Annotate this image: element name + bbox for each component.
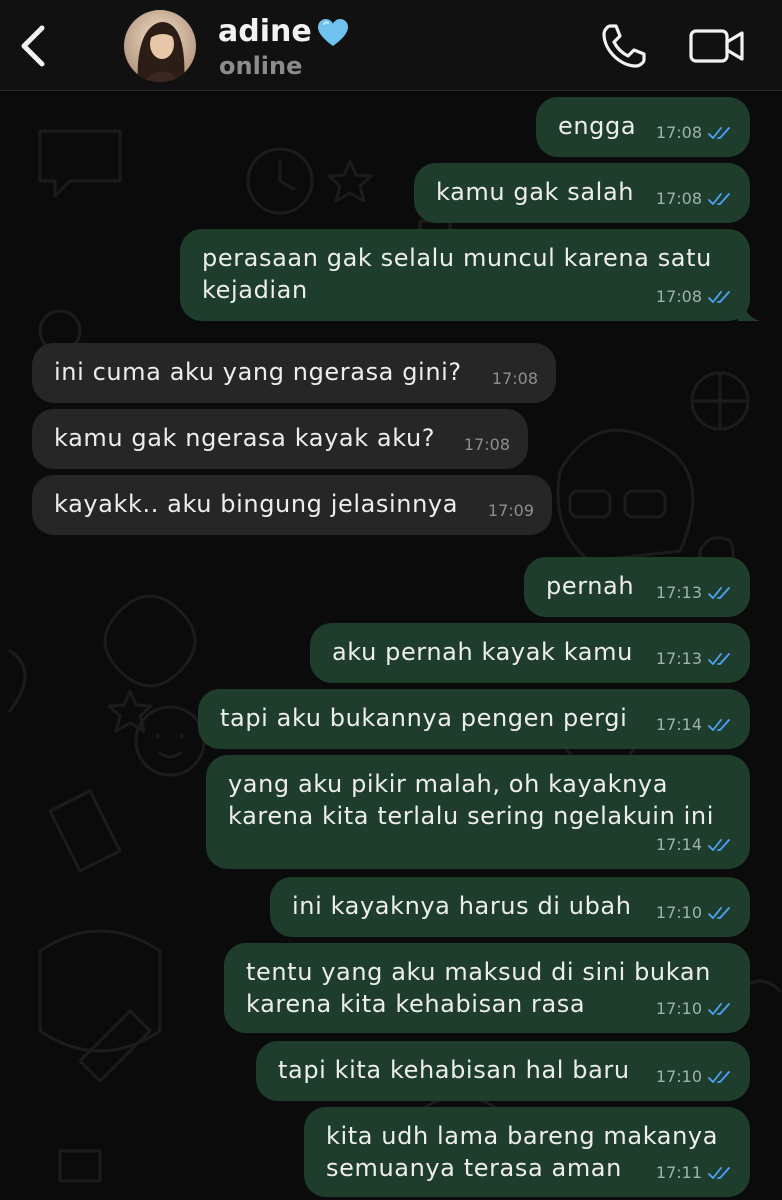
message-bubble[interactable]: perasaan gak selalu muncul karena satu k… <box>180 229 760 321</box>
message-meta: 17:14 <box>656 829 734 861</box>
message-time: 17:13 <box>655 649 702 668</box>
message-meta: 17:08 <box>492 363 538 395</box>
chat-header: adine online <box>0 0 782 91</box>
message-meta: 17:08 <box>464 429 510 461</box>
back-button[interactable] <box>14 22 54 70</box>
message-list[interactable]: engga 17:08 kamu gak salah 17:08 perasaa… <box>0 91 782 1200</box>
message-meta: 17:08 <box>656 183 734 215</box>
message-bubble[interactable]: aku pernah kayak kamu 17:13 <box>310 623 750 683</box>
message-bubble[interactable]: tapi aku bukannya pengen pergi 17:14 <box>198 689 750 749</box>
double-check-icon <box>708 1003 730 1015</box>
message-meta: 17:10 <box>656 897 734 929</box>
message-time: 17:11 <box>655 1163 702 1182</box>
contact-name: adine <box>218 14 312 49</box>
message-bubble[interactable]: kita udh lama bareng makanya semuanya te… <box>304 1107 750 1197</box>
voice-call-button[interactable] <box>600 22 648 70</box>
message-time: 17:13 <box>655 583 702 602</box>
double-check-icon <box>708 193 730 205</box>
message-bubble[interactable]: kamu gak ngerasa kayak aku? 17:08 <box>32 409 528 469</box>
message-meta: 17:08 <box>656 117 734 149</box>
message-meta: 17:10 <box>656 993 734 1025</box>
double-check-icon <box>708 587 730 599</box>
message-bubble[interactable]: kayakk.. aku bingung jelasinnya 17:09 <box>32 475 552 535</box>
message-bubble[interactable]: kamu gak salah 17:08 <box>414 163 750 223</box>
message-meta: 17:10 <box>656 1061 734 1093</box>
message-time: 17:09 <box>487 501 534 520</box>
chevron-left-icon <box>21 25 45 67</box>
message-text: kamu gak ngerasa kayak aku? <box>54 424 436 452</box>
message-text: kayakk.. aku bingung jelasinnya <box>54 490 459 518</box>
double-check-icon <box>708 719 730 731</box>
message-time: 17:10 <box>655 999 702 1018</box>
message-text: ini cuma aku yang ngerasa gini? <box>54 358 462 386</box>
message-bubble[interactable]: engga 17:08 <box>536 97 750 157</box>
message-time: 17:10 <box>655 903 702 922</box>
message-time: 17:10 <box>655 1067 702 1086</box>
message-bubble[interactable]: ini kayaknya harus di ubah 17:10 <box>270 877 750 937</box>
message-bubble[interactable]: pernah 17:13 <box>524 557 750 617</box>
bubble-tail <box>738 303 760 321</box>
message-meta: 17:13 <box>656 643 734 675</box>
message-bubble[interactable]: tapi kita kehabisan hal baru 17:10 <box>256 1041 750 1101</box>
message-time: 17:08 <box>491 369 538 388</box>
message-time: 17:08 <box>655 287 702 306</box>
double-check-icon <box>708 1071 730 1083</box>
message-time: 17:08 <box>655 189 702 208</box>
double-check-icon <box>708 291 730 303</box>
video-camera-icon <box>689 29 744 63</box>
video-call-button[interactable] <box>688 26 746 66</box>
double-check-icon <box>708 127 730 139</box>
message-time: 17:14 <box>655 715 702 734</box>
double-check-icon <box>708 839 730 851</box>
message-meta: 17:13 <box>656 577 734 609</box>
message-meta: 17:14 <box>656 709 734 741</box>
message-meta: 17:11 <box>656 1157 734 1189</box>
profile-photo <box>124 10 196 82</box>
double-check-icon <box>708 907 730 919</box>
contact-name-row[interactable]: adine <box>218 14 350 49</box>
message-time: 17:08 <box>463 435 510 454</box>
double-check-icon <box>708 653 730 665</box>
message-bubble[interactable]: ini cuma aku yang ngerasa gini? 17:08 <box>32 343 556 403</box>
message-bubble[interactable]: yang aku pikir malah, oh kayaknya karena… <box>206 755 750 869</box>
message-meta: 17:09 <box>488 495 534 527</box>
blue-heart-icon <box>317 18 348 46</box>
message-time: 17:14 <box>655 835 702 854</box>
avatar[interactable] <box>124 10 196 82</box>
message-bubble[interactable]: tentu yang aku maksud di sini bukan kare… <box>224 943 750 1033</box>
message-meta: 17:08 <box>656 281 734 313</box>
message-text: yang aku pikir malah, oh kayaknya karena… <box>228 770 714 830</box>
phone-icon <box>602 24 646 68</box>
contact-status: online <box>219 52 303 80</box>
double-check-icon <box>708 1167 730 1179</box>
message-time: 17:08 <box>655 123 702 142</box>
message-text: perasaan gak selalu muncul karena satu k… <box>202 244 712 304</box>
